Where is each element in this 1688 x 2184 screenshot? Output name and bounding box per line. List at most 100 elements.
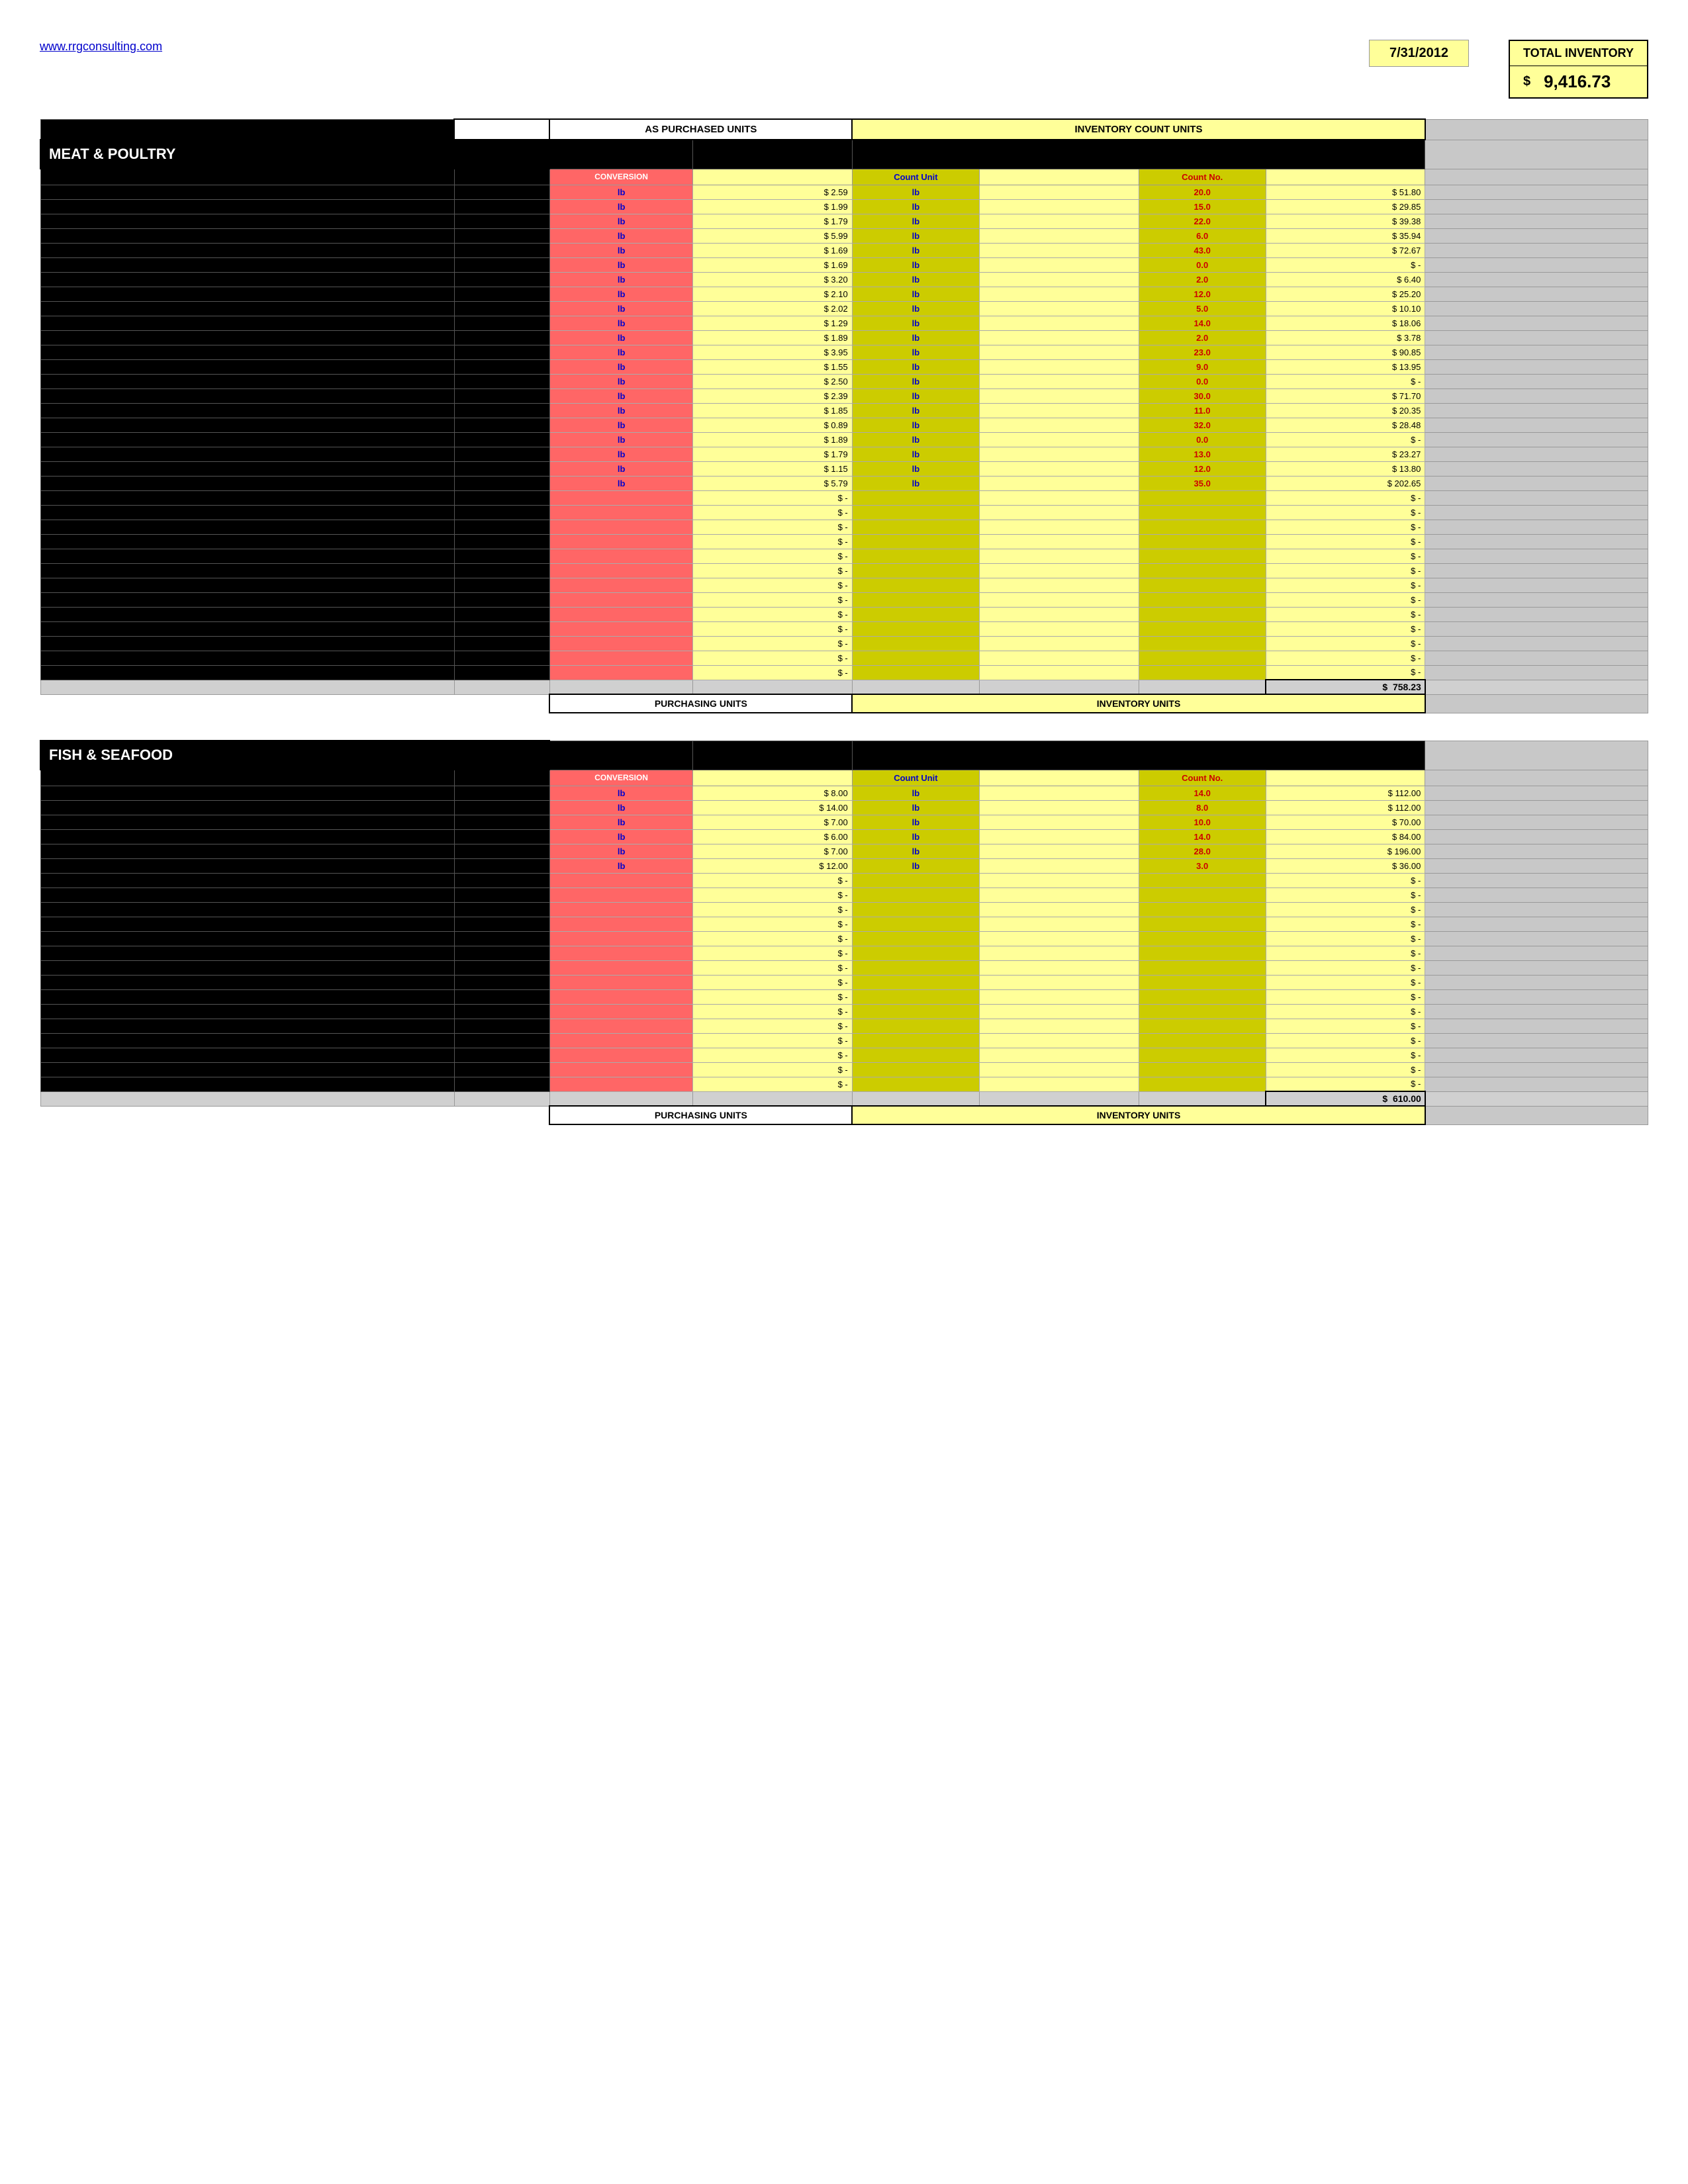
meat-gray	[1425, 534, 1648, 549]
meat-price: $ -	[693, 490, 852, 505]
meat-conv	[549, 505, 692, 520]
meat-item-black	[40, 418, 454, 432]
meat-cu	[852, 505, 979, 520]
fish-total: $ -	[1266, 1062, 1425, 1077]
meat-gray	[1425, 330, 1648, 345]
fish-gray	[1425, 815, 1648, 829]
meat-cu: lb	[852, 199, 979, 214]
meat-gray	[1425, 621, 1648, 636]
meat-total: $ 10.10	[1266, 301, 1425, 316]
fish-total: $ -	[1266, 1048, 1425, 1062]
meat-cn: 15.0	[1139, 199, 1266, 214]
fish-gray	[1425, 1033, 1648, 1048]
meat-total: $ 39.38	[1266, 214, 1425, 228]
meat-conv	[549, 563, 692, 578]
meat-data-row: $ - $ -	[40, 549, 1648, 563]
meat-data-row: lb $ 1.85 lb 11.0 $ 20.35	[40, 403, 1648, 418]
meat-gray	[1425, 287, 1648, 301]
meat-item-black	[40, 301, 454, 316]
meat-gray	[1425, 345, 1648, 359]
fish-cn	[1139, 917, 1266, 931]
fish-gray	[1425, 931, 1648, 946]
meat-price: $ 3.95	[693, 345, 852, 359]
fish-cn	[1139, 902, 1266, 917]
meat-item-black	[40, 549, 454, 563]
fish-sub-gray	[1425, 1091, 1648, 1106]
meat-price: $ 0.89	[693, 418, 852, 432]
meat-item-unit	[454, 651, 549, 665]
fish-cu	[852, 1062, 979, 1077]
meat-cu	[852, 665, 979, 680]
meat-data-row: $ - $ -	[40, 490, 1648, 505]
website-link[interactable]: www.rrgconsulting.com	[40, 40, 162, 53]
fish-price2	[980, 931, 1139, 946]
meat-conv: lb	[549, 257, 692, 272]
meat-cn: 2.0	[1139, 330, 1266, 345]
meat-conv: lb	[549, 374, 692, 388]
fish-item-unit	[454, 946, 549, 960]
fish-cu: lb	[852, 829, 979, 844]
title-filler-1	[549, 140, 692, 169]
meat-item-unit	[454, 214, 549, 228]
meat-conv: lb	[549, 272, 692, 287]
fish-conv: lb	[549, 829, 692, 844]
meat-cn	[1139, 621, 1266, 636]
meat-price2	[980, 549, 1139, 563]
fish-item-black	[40, 1004, 454, 1019]
meat-cn: 0.0	[1139, 257, 1266, 272]
meat-price2	[980, 345, 1139, 359]
fish-conv: lb	[549, 800, 692, 815]
fish-sub-conv	[549, 1091, 692, 1106]
fish-sh-gray	[1425, 770, 1648, 786]
fish-item-black	[40, 989, 454, 1004]
fish-sh-total	[1266, 770, 1425, 786]
subtotal-number: 758.23	[1393, 682, 1421, 692]
fish-price2	[980, 917, 1139, 931]
meat-item-unit	[454, 330, 549, 345]
fish-data-row: $ - $ -	[40, 1062, 1648, 1077]
meat-cu	[852, 621, 979, 636]
meat-price2	[980, 578, 1139, 592]
meat-item-unit	[454, 563, 549, 578]
meat-conv: lb	[549, 301, 692, 316]
fish-subtotal-row: $ 610.00	[40, 1091, 1648, 1106]
meat-gray	[1425, 520, 1648, 534]
fish-price: $ -	[693, 887, 852, 902]
meat-conv: lb	[549, 476, 692, 490]
meat-gray	[1425, 199, 1648, 214]
fish-item-black	[40, 917, 454, 931]
meat-gray	[1425, 432, 1648, 447]
meat-item-black	[40, 578, 454, 592]
meat-total: $ -	[1266, 651, 1425, 665]
as-purchased-header: AS PURCHASED UNITS	[549, 119, 852, 140]
meat-gray	[1425, 549, 1648, 563]
subtotal-cn	[1139, 680, 1266, 694]
fish-gray	[1425, 1048, 1648, 1062]
meat-conv: lb	[549, 199, 692, 214]
meat-cu	[852, 520, 979, 534]
fish-total: $ 196.00	[1266, 844, 1425, 858]
fish-data-row: $ - $ -	[40, 1048, 1648, 1062]
fish-total: $ -	[1266, 960, 1425, 975]
fish-price2	[980, 1033, 1139, 1048]
fish-cn: 28.0	[1139, 844, 1266, 858]
meat-total: $ 28.48	[1266, 418, 1425, 432]
subtotal-gray	[1425, 680, 1648, 694]
meat-item-black	[40, 345, 454, 359]
subtotal-cu	[852, 680, 979, 694]
meat-price2	[980, 490, 1139, 505]
meat-conv	[549, 651, 692, 665]
meat-cn: 13.0	[1139, 447, 1266, 461]
meat-total: $ -	[1266, 563, 1425, 578]
fish-price2	[980, 1077, 1139, 1091]
meat-item-black	[40, 490, 454, 505]
meat-total: $ 6.40	[1266, 272, 1425, 287]
meat-price2	[980, 243, 1139, 257]
meat-cn: 43.0	[1139, 243, 1266, 257]
fish-bl-black	[40, 1106, 454, 1124]
meat-cu: lb	[852, 432, 979, 447]
fish-conv: lb	[549, 844, 692, 858]
meat-subtotal-value: $ 758.23	[1266, 680, 1425, 694]
meat-total: $ 13.80	[1266, 461, 1425, 476]
meat-cn	[1139, 651, 1266, 665]
